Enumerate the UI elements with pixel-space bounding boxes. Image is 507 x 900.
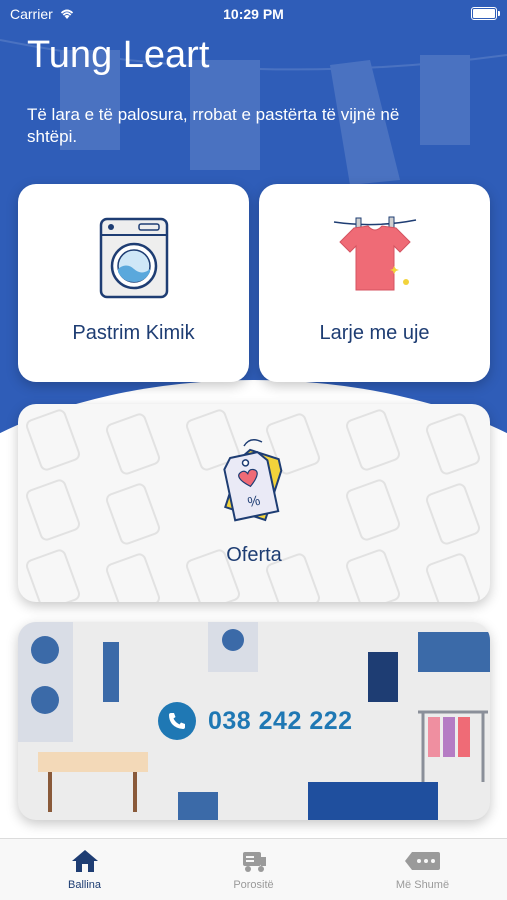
phone-row[interactable]: 038 242 222 (158, 702, 353, 740)
water-wash-label: Larje me uje (319, 322, 430, 344)
clock: 10:29 PM (223, 6, 284, 22)
battery-icon (471, 7, 500, 20)
tab-more[interactable]: Më Shumë (338, 839, 507, 900)
price-tag-icon: % (223, 439, 283, 522)
phone-icon (158, 702, 196, 740)
shirt-on-hanger-icon (333, 216, 417, 291)
more-tag-icon (404, 852, 440, 870)
offers-card[interactable]: % Oferta (18, 404, 490, 602)
tab-orders[interactable]: Porositë (169, 839, 338, 900)
dry-cleaning-label: Pastrim Kimik (72, 322, 195, 344)
clothesline-illustration (0, 39, 507, 185)
phone-number: 038 242 222 (208, 706, 353, 735)
delivery-van-icon (242, 852, 266, 872)
tab-more-label: Më Shumë (395, 879, 450, 891)
page-title: Tung Leart (27, 34, 210, 76)
page-subtitle: Të lara e të palosura, rrobat e pastërta… (27, 105, 400, 146)
dry-cleaning-card[interactable]: Pastrim Kimik (18, 184, 249, 382)
home-icon (71, 850, 98, 872)
water-wash-card[interactable]: Larje me uje (259, 184, 490, 382)
status-bar: Carrier 10:29 PM (0, 0, 507, 30)
washing-machine-icon (99, 217, 169, 299)
tab-home[interactable]: Ballina (0, 839, 169, 900)
tab-home-label: Ballina (67, 879, 102, 891)
offers-label: Oferta (226, 544, 282, 566)
tab-bar: Ballina Porositë Më Shumë (0, 838, 507, 900)
tab-orders-label: Porositë (233, 879, 274, 891)
contact-banner[interactable]: 038 242 222 (18, 622, 490, 820)
